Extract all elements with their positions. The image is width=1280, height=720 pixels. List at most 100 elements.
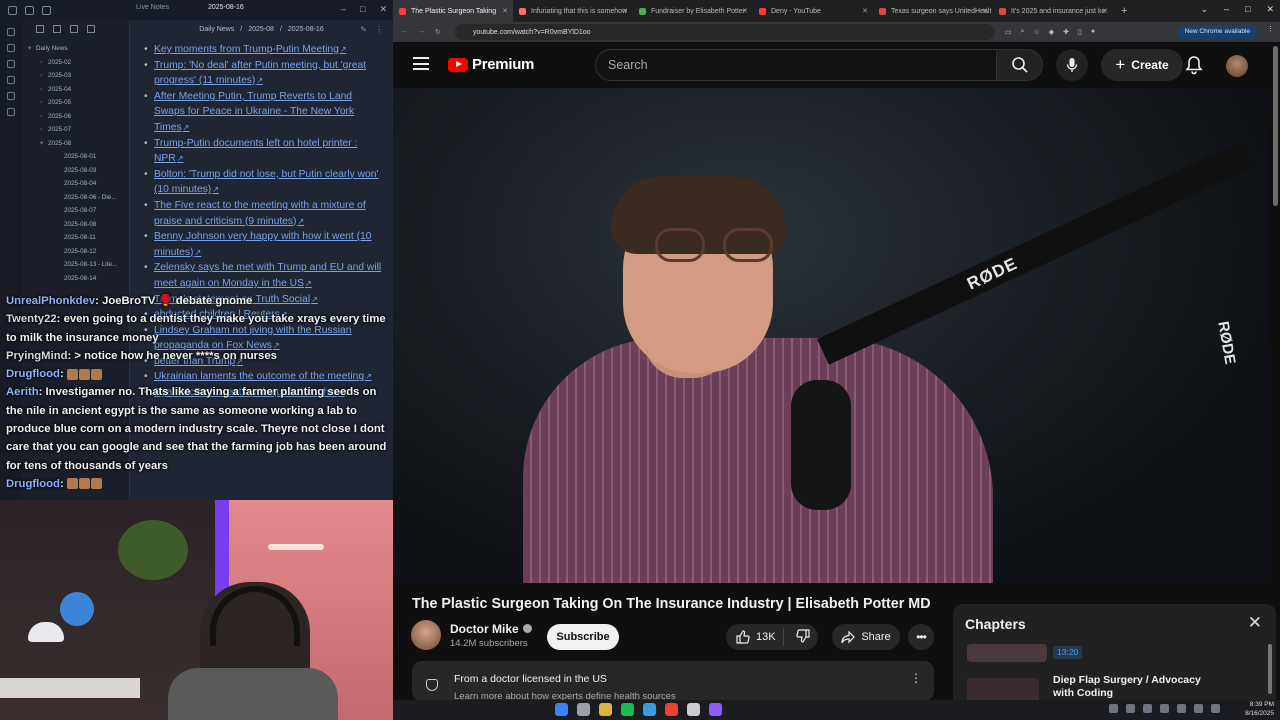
tree-item[interactable]: › 2025-05 <box>28 96 128 110</box>
tree-item[interactable]: 2025-08-12 <box>28 245 128 259</box>
browser-tab[interactable]: Deny - YouTube ✕ <box>753 0 873 22</box>
tree-item[interactable]: 2025-08-13 - Lite... <box>28 258 128 272</box>
youtube-premium-logo[interactable]: Premium <box>448 56 534 73</box>
chat-username[interactable]: UnrealPhonkdev <box>6 295 95 307</box>
taskbar-app-icon[interactable] <box>709 703 722 716</box>
dislike-button[interactable] <box>784 628 810 646</box>
edit-icon[interactable]: ✎ <box>360 25 367 34</box>
taskbar-app-icon[interactable] <box>665 703 678 716</box>
breadcrumb-item[interactable]: 2025-08-16 <box>288 26 324 33</box>
tree-item[interactable]: › 2025-06 <box>28 110 128 124</box>
news-link[interactable]: Trump-Putin documents left on hotel prin… <box>144 136 384 167</box>
bookmark-icon[interactable] <box>42 5 51 15</box>
tray-icon[interactable] <box>1109 704 1118 713</box>
page-scrollbar[interactable] <box>1273 46 1278 206</box>
tab-close-icon[interactable]: ✕ <box>862 7 868 15</box>
voice-search-button[interactable] <box>1056 49 1088 81</box>
more-icon[interactable]: ⋮ <box>375 25 383 34</box>
graph-icon[interactable] <box>7 76 15 84</box>
close-icon[interactable]: ✕ <box>379 4 387 15</box>
news-link[interactable]: After Meeting Putin, Trump Reverts to La… <box>144 89 384 136</box>
close-icon[interactable]: ✕ <box>1266 4 1274 15</box>
tree-item[interactable]: 2025-08-06 - Die... <box>28 191 128 205</box>
chapter-thumbnail[interactable] <box>967 644 1047 662</box>
chapter-name[interactable]: Diep Flap Surgery / Advocacy with Coding <box>1053 674 1213 700</box>
news-link[interactable]: Bolton: 'Trump did not lose, but Putin c… <box>144 167 384 198</box>
send-icon[interactable] <box>7 28 15 36</box>
account-avatar[interactable] <box>1226 55 1248 77</box>
chapters-scrollbar[interactable] <box>1268 644 1272 694</box>
tree-item[interactable]: 2025-08-03 <box>28 164 128 178</box>
extension-icon[interactable]: ◆ <box>1049 28 1054 36</box>
grid-icon[interactable] <box>7 44 15 52</box>
like-button[interactable]: 13K <box>726 628 784 646</box>
maximize-icon[interactable]: □ <box>1245 4 1250 15</box>
tab-close-icon[interactable]: ✕ <box>982 7 988 15</box>
calendar-icon[interactable] <box>7 60 15 68</box>
breadcrumb-item[interactable]: Daily News <box>199 26 234 33</box>
tree-item[interactable]: 2025-08-11 <box>28 231 128 245</box>
tab-search-icon[interactable]: ⌄ <box>1200 4 1208 15</box>
profile-icon[interactable]: ● <box>1091 28 1095 36</box>
tree-item[interactable]: › 2025-03 <box>28 69 128 83</box>
sort-icon[interactable] <box>70 25 78 33</box>
news-link[interactable]: Zelensky says he met with Trump and EU a… <box>144 260 384 291</box>
video-player[interactable]: RØDE RØDE <box>393 88 1269 583</box>
notifications-bell-icon[interactable] <box>1185 55 1203 75</box>
browser-tab[interactable]: Fundraiser by Elisabeth Potter ✕ <box>633 0 753 22</box>
new-folder-icon[interactable] <box>53 25 61 33</box>
folder-icon[interactable] <box>8 5 17 15</box>
share-button[interactable]: Share <box>832 624 900 650</box>
new-chrome-available-button[interactable]: New Chrome available <box>1176 25 1258 39</box>
news-link[interactable]: The Five react to the meeting with a mix… <box>144 198 384 229</box>
taskbar-app-icon[interactable] <box>599 703 612 716</box>
minimize-icon[interactable]: – <box>1224 4 1229 15</box>
zoom-icon[interactable]: ⌕ <box>1021 28 1025 36</box>
chat-username[interactable]: Aerith <box>6 386 39 398</box>
taskbar-app-icon[interactable] <box>687 703 700 716</box>
tab-close-icon[interactable]: ✕ <box>502 7 508 15</box>
taskbar-app-icon[interactable] <box>577 703 590 716</box>
tree-item[interactable]: 2025-08-04 <box>28 177 128 191</box>
taskbar-app-icon[interactable] <box>555 703 568 716</box>
browser-tab[interactable]: Infuriating that this is somehow ✕ <box>513 0 633 22</box>
hamburger-menu-icon[interactable] <box>413 57 429 70</box>
cast-icon[interactable]: ▭ <box>1005 28 1012 36</box>
more-actions-icon[interactable]: ••• <box>908 624 934 650</box>
chapter-thumbnail[interactable] <box>967 678 1039 700</box>
tree-item[interactable]: ▾ Daily News <box>28 42 128 56</box>
breadcrumb-item[interactable]: 2025-08 <box>248 26 274 33</box>
channel-name-row[interactable]: Doctor Mike <box>450 622 538 636</box>
tree-item[interactable]: › 2025-04 <box>28 83 128 97</box>
chapter-timestamp[interactable]: 13:20 <box>1053 646 1083 659</box>
volume-icon[interactable] <box>1194 704 1203 713</box>
chat-username[interactable]: Drugflood <box>6 478 60 490</box>
copy-icon[interactable] <box>7 92 15 100</box>
notes-tab-live-notes[interactable]: Live Notes <box>136 4 169 11</box>
search-input[interactable]: Search <box>595 49 997 81</box>
forward-icon[interactable]: → <box>418 28 425 36</box>
puzzle-icon[interactable]: ✚ <box>1063 28 1069 36</box>
health-info-panel[interactable]: From a doctor licensed in the US Learn m… <box>412 661 934 701</box>
star-icon[interactable]: ☆ <box>1033 28 1039 36</box>
reload-icon[interactable]: ↻ <box>435 28 441 36</box>
chat-username[interactable]: Twenty22 <box>6 313 57 325</box>
new-note-icon[interactable] <box>36 25 44 33</box>
browser-tab[interactable]: The Plastic Surgeon Taking ✕ <box>393 0 513 22</box>
minimize-icon[interactable]: – <box>341 4 346 15</box>
chat-username[interactable]: PryingMind <box>6 350 68 362</box>
close-icon[interactable]: ✕ <box>1248 613 1262 633</box>
tree-item[interactable]: 2025-08-07 <box>28 204 128 218</box>
tray-icon[interactable] <box>1126 704 1135 713</box>
new-tab-button[interactable]: + <box>1113 0 1135 22</box>
search-button[interactable] <box>997 49 1043 81</box>
taskbar-app-icon[interactable] <box>621 703 634 716</box>
back-icon[interactable]: ← <box>401 28 408 36</box>
tab-close-icon[interactable]: ✕ <box>622 7 628 15</box>
browser-menu-icon[interactable]: ⋮ <box>1267 25 1274 33</box>
tab-close-icon[interactable]: ✕ <box>1102 7 1108 15</box>
tree-item[interactable]: 2025-08-08 <box>28 218 128 232</box>
system-clock[interactable]: 8:39 PM 8/16/2025 <box>1245 701 1274 718</box>
news-link[interactable]: Benny Johnson very happy with how it wen… <box>144 229 384 260</box>
battery-icon[interactable] <box>1211 704 1220 713</box>
